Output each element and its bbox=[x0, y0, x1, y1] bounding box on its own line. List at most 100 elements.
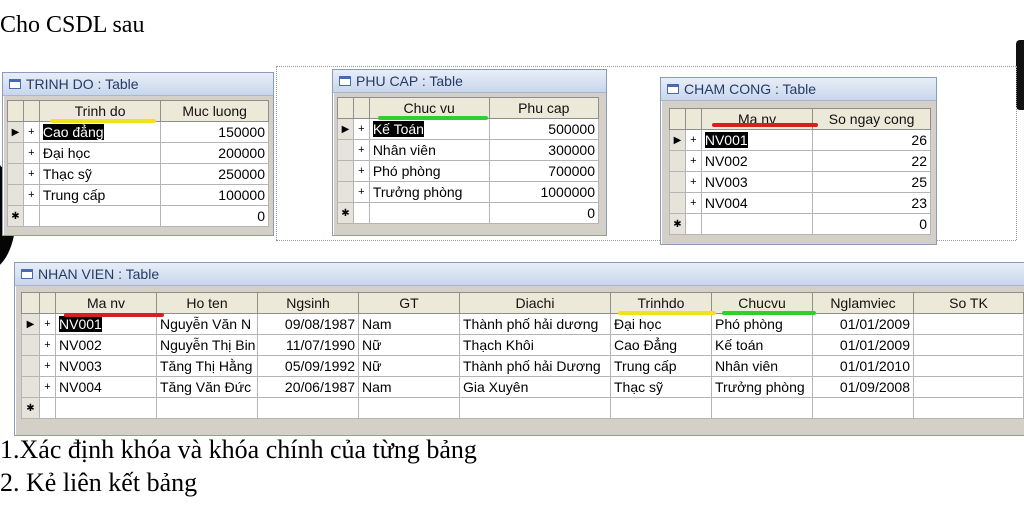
column-header[interactable]: Muc luong bbox=[160, 100, 269, 122]
table-row[interactable]: + NV002 Nguyễn Thị Bin 11/07/1990 Nữ Thạ… bbox=[21, 334, 1024, 356]
cell[interactable] bbox=[812, 397, 914, 419]
cell[interactable]: Nhân viên bbox=[711, 355, 813, 377]
cell[interactable] bbox=[700, 213, 814, 235]
cell[interactable]: Nữ bbox=[358, 334, 460, 356]
column-header[interactable]: Ngsinh bbox=[257, 292, 359, 314]
table-row[interactable]: + NV002 22 bbox=[669, 150, 931, 172]
cell[interactable]: Thạch Khôi bbox=[459, 334, 611, 356]
expand-plus-icon[interactable]: + bbox=[22, 142, 40, 164]
cell[interactable]: 0 bbox=[160, 205, 269, 227]
table-row[interactable]: + Thạc sỹ 250000 bbox=[7, 163, 269, 185]
cell[interactable]: Nam bbox=[358, 376, 460, 398]
expand-plus-icon[interactable]: + bbox=[39, 355, 56, 377]
column-header[interactable]: So TK bbox=[913, 292, 1024, 314]
expand-plus-icon[interactable]: + bbox=[39, 376, 56, 398]
cell[interactable]: 1000000 bbox=[488, 181, 600, 203]
trinhdo-table-window[interactable]: TRINH DO : Table Trinh do Muc luong ▶ + … bbox=[2, 72, 274, 236]
new-record-row[interactable]: ✱ 0 bbox=[669, 213, 931, 235]
cell[interactable] bbox=[913, 334, 1024, 356]
cell[interactable]: Nguyễn Văn N bbox=[156, 313, 258, 335]
table-row[interactable]: + Nhân viên 300000 bbox=[337, 139, 600, 161]
column-header[interactable]: Ho ten bbox=[156, 292, 258, 314]
cell[interactable]: NV003 bbox=[700, 171, 814, 193]
expand-plus-icon[interactable]: + bbox=[684, 171, 702, 193]
cell[interactable]: 0 bbox=[812, 213, 931, 235]
cell[interactable]: 01/01/2010 bbox=[812, 355, 914, 377]
cell[interactable]: Trưởng phòng bbox=[711, 376, 813, 398]
cell[interactable]: Nữ bbox=[358, 355, 460, 377]
expand-plus-icon[interactable]: + bbox=[684, 192, 702, 214]
table-row[interactable]: + Phó phòng 700000 bbox=[337, 160, 600, 182]
cell[interactable]: Gia Xuyên bbox=[459, 376, 611, 398]
cell[interactable] bbox=[55, 397, 157, 419]
cell[interactable] bbox=[459, 397, 611, 419]
phucap-table-window[interactable]: PHU CAP : Table Chuc vu Phu cap ▶ + Kế T… bbox=[332, 69, 607, 236]
cell[interactable] bbox=[711, 397, 813, 419]
cell[interactable]: 300000 bbox=[488, 139, 600, 161]
cell[interactable] bbox=[913, 355, 1024, 377]
expand-plus-icon[interactable]: + bbox=[39, 334, 56, 356]
cell[interactable]: NV004 bbox=[55, 376, 157, 398]
cell[interactable]: 100000 bbox=[160, 184, 269, 206]
cell[interactable]: NV002 bbox=[700, 150, 814, 172]
cell[interactable]: 11/07/1990 bbox=[257, 334, 359, 356]
record-selector[interactable] bbox=[337, 139, 354, 161]
expand-plus-icon[interactable]: + bbox=[39, 313, 56, 335]
cell[interactable]: Nhân viên bbox=[368, 139, 490, 161]
nhanvien-table-window[interactable]: NHAN VIEN : Table Ma nv Ho ten Ngsinh GT… bbox=[14, 262, 1024, 436]
cell[interactable]: Thành phố hải dương bbox=[459, 313, 611, 335]
column-header[interactable]: GT bbox=[358, 292, 460, 314]
column-header[interactable]: Nglamviec bbox=[812, 292, 914, 314]
nhanvien-grid[interactable]: Ma nv Ho ten Ngsinh GT Diachi Trinhdo Ch… bbox=[21, 292, 1024, 419]
new-record-star-icon[interactable]: ✱ bbox=[7, 205, 24, 227]
chamcong-table-window[interactable]: CHAM CONG : Table Ma nv So ngay cong ▶ +… bbox=[660, 77, 937, 245]
cell[interactable]: 01/01/2009 bbox=[812, 313, 914, 335]
cell[interactable]: 09/08/1987 bbox=[257, 313, 359, 335]
chamcong-grid[interactable]: Ma nv So ngay cong ▶ + NV001 26 + NV002 … bbox=[669, 108, 931, 235]
cell[interactable]: 0 bbox=[488, 202, 600, 224]
cell[interactable]: NV002 bbox=[55, 334, 157, 356]
cell[interactable]: 01/09/2008 bbox=[812, 376, 914, 398]
expand-plus-icon[interactable]: + bbox=[352, 160, 370, 182]
record-selector[interactable] bbox=[337, 160, 354, 182]
record-selector-arrow-icon[interactable]: ▶ bbox=[21, 313, 40, 335]
column-header[interactable]: So ngay cong bbox=[812, 108, 931, 130]
cell[interactable]: Trưởng phòng bbox=[368, 181, 490, 203]
expand-plus-icon[interactable]: + bbox=[22, 121, 40, 143]
cell[interactable] bbox=[257, 397, 359, 419]
phucap-titlebar[interactable]: PHU CAP : Table bbox=[333, 70, 606, 93]
expand-plus-icon[interactable]: + bbox=[352, 181, 370, 203]
cell[interactable]: NV003 bbox=[55, 355, 157, 377]
cell[interactable]: 26 bbox=[812, 129, 931, 151]
table-row[interactable]: + NV004 Tăng Văn Đức 20/06/1987 Nam Gia … bbox=[21, 376, 1024, 398]
expand-plus-icon[interactable]: + bbox=[22, 184, 40, 206]
record-selector[interactable] bbox=[7, 184, 24, 206]
table-row[interactable]: ▶ + Kế Toán 500000 bbox=[337, 118, 600, 140]
cell[interactable] bbox=[368, 202, 490, 224]
record-selector[interactable] bbox=[21, 334, 40, 356]
record-selector[interactable] bbox=[21, 376, 40, 398]
cell[interactable]: 500000 bbox=[488, 118, 600, 140]
cell[interactable]: 250000 bbox=[160, 163, 269, 185]
new-record-row[interactable]: ✱ bbox=[21, 397, 1024, 419]
cell[interactable]: Thạc sỹ bbox=[610, 376, 712, 398]
cell[interactable]: Đại học bbox=[38, 142, 162, 164]
cell[interactable]: Thạc sỹ bbox=[38, 163, 162, 185]
expand-plus-icon[interactable]: + bbox=[352, 118, 370, 140]
cell[interactable]: 23 bbox=[812, 192, 931, 214]
record-selector[interactable] bbox=[669, 150, 686, 172]
trinhdo-titlebar[interactable]: TRINH DO : Table bbox=[3, 73, 273, 96]
cell[interactable] bbox=[38, 205, 162, 227]
cell[interactable]: Nguyễn Thị Bin bbox=[156, 334, 258, 356]
cell[interactable] bbox=[156, 397, 258, 419]
table-row[interactable]: ▶ + NV001 26 bbox=[669, 129, 931, 151]
record-selector[interactable] bbox=[21, 355, 40, 377]
cell[interactable]: Phó phòng bbox=[368, 160, 490, 182]
cell[interactable]: 05/09/1992 bbox=[257, 355, 359, 377]
cell[interactable]: Kế toán bbox=[711, 334, 813, 356]
cell[interactable]: 150000 bbox=[160, 121, 269, 143]
cell[interactable] bbox=[358, 397, 460, 419]
cell[interactable]: Thành phố hải Dương bbox=[459, 355, 611, 377]
record-selector[interactable] bbox=[7, 142, 24, 164]
cell[interactable]: Cao Đẳng bbox=[610, 334, 712, 356]
